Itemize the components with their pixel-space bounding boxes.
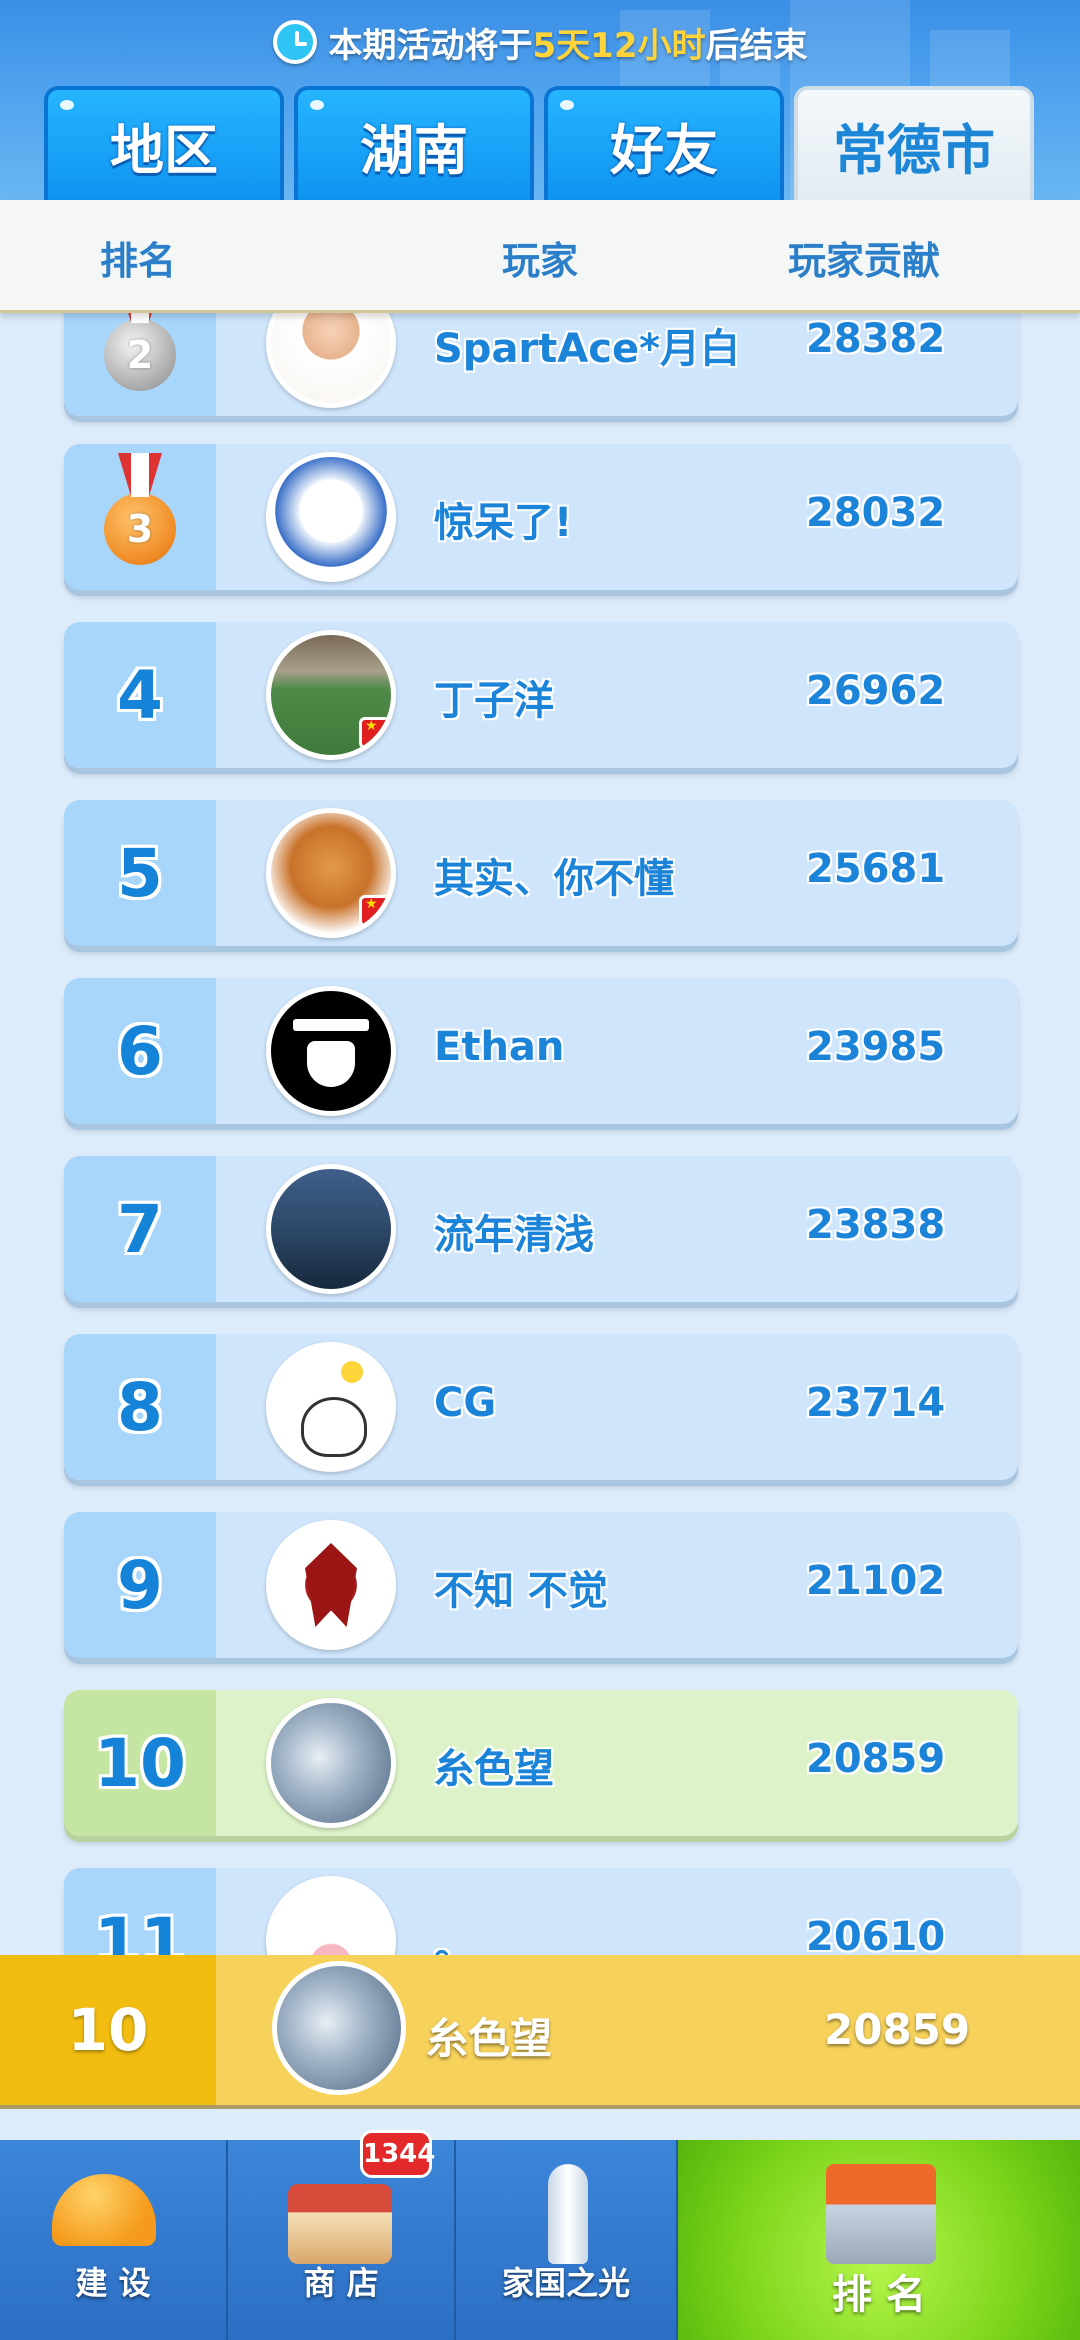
avatar[interactable]	[266, 310, 396, 408]
player-name: 丁子洋	[434, 678, 554, 724]
player-name: SpartAce*月白	[434, 326, 740, 372]
rank-number: 9	[64, 1512, 216, 1658]
clock-icon	[272, 20, 317, 64]
podium-icon	[826, 2164, 936, 2264]
avatar[interactable]	[266, 452, 396, 582]
leaderboard-row[interactable]: 9 不知 不觉 21102	[64, 1512, 1018, 1658]
leaderboard-row[interactable]: 5 其实、你不懂 25681	[64, 800, 1018, 946]
player-score: 26962	[806, 668, 946, 714]
leaderboard-row[interactable]: 6 Ethan 23985	[64, 978, 1018, 1124]
player-name: CG	[434, 1380, 497, 1426]
leaderboard-row[interactable]: 2 SpartAce*月白 28382	[64, 310, 1018, 416]
player-name: 惊呆了!	[434, 500, 573, 546]
nav-ranking-label: 排 名	[832, 2272, 926, 2318]
tab-friends[interactable]: 好友	[544, 86, 784, 200]
avatar[interactable]	[266, 808, 396, 938]
tab-label: 常德市	[833, 118, 995, 182]
tab-label: 湖南	[360, 118, 468, 182]
nav-shop-label: 商 店	[303, 2264, 379, 2302]
rank-number: 4	[64, 622, 216, 768]
avatar[interactable]	[266, 986, 396, 1116]
leaderboard-row[interactable]: 8 CG 23714	[64, 1334, 1018, 1480]
rank-number: 7	[64, 1156, 216, 1302]
rank-number: 10	[64, 1690, 216, 1836]
column-rank: 排名	[100, 239, 177, 283]
player-score: 28382	[806, 316, 946, 362]
rank-number: 2	[126, 333, 154, 377]
tab-region[interactable]: 地区	[44, 86, 284, 200]
rank-cell: 2	[64, 310, 216, 416]
countdown-prefix: 本期活动将于	[328, 25, 533, 66]
player-score: 28032	[806, 490, 946, 536]
player-score: 20859	[806, 1736, 946, 1782]
shop-notification-badge: 1344	[360, 2130, 435, 2178]
region-tabs: 地区 湖南 好友 常德市	[44, 86, 1044, 200]
column-player: 玩家	[502, 239, 579, 283]
shop-icon	[288, 2184, 392, 2264]
my-name: 糸色望	[426, 2014, 553, 2063]
rank-cell: 3	[64, 444, 216, 590]
my-score: 20859	[824, 2005, 971, 2054]
avatar[interactable]	[266, 1164, 396, 1294]
tab-hunan[interactable]: 湖南	[294, 86, 534, 200]
rank-number: 11	[64, 1868, 216, 1955]
header: 本期活动将于5天12小时后结束 地区 湖南 好友 常德市	[0, 0, 1080, 200]
player-score: 21102	[806, 1558, 946, 1604]
countdown-suffix: 后结束	[705, 25, 808, 66]
avatar[interactable]	[266, 1520, 396, 1650]
player-name: 。	[434, 1924, 474, 1955]
player-score: 20610	[806, 1914, 946, 1955]
silver-medal-icon: 2	[104, 319, 176, 391]
rank-number: 3	[126, 507, 154, 551]
event-countdown-banner: 本期活动将于5天12小时后结束	[0, 14, 1080, 70]
my-rank-bar[interactable]: 10 糸色望 20859	[0, 1955, 1080, 2105]
player-name: 流年清浅	[434, 1212, 594, 1258]
china-flag-icon	[359, 895, 391, 927]
avatar[interactable]	[266, 1698, 396, 1828]
my-rank-number: 10	[0, 1955, 216, 2105]
nav-homeland-label: 家国之光	[501, 2264, 630, 2302]
bottom-navigation: 建 设 商 店 1344 家国之光 排 名	[0, 2130, 1080, 2340]
leaderboard-row[interactable]: 7 流年清浅 23838	[64, 1156, 1018, 1302]
tab-changde[interactable]: 常德市	[794, 86, 1034, 200]
rank-number: 5	[64, 800, 216, 946]
tab-label: 地区	[110, 118, 218, 182]
player-name: 不知 不觉	[434, 1568, 608, 1614]
nav-ranking[interactable]: 排 名	[678, 2140, 1080, 2340]
countdown-time: 5天12小时	[532, 25, 706, 66]
tab-label: 好友	[610, 118, 718, 182]
avatar[interactable]	[266, 1342, 396, 1472]
player-name: Ethan	[434, 1024, 565, 1070]
china-flag-icon	[359, 717, 391, 749]
leaderboard-row[interactable]: 11 。 20610	[64, 1868, 1018, 1955]
player-score: 23838	[806, 1202, 946, 1248]
player-name: 其实、你不懂	[434, 856, 674, 902]
my-avatar[interactable]	[272, 1961, 406, 2095]
rank-number: 8	[64, 1334, 216, 1480]
bronze-medal-icon: 3	[104, 493, 176, 565]
leaderboard-row[interactable]: 3 惊呆了! 28032	[64, 444, 1018, 590]
player-name: 糸色望	[434, 1746, 554, 1792]
column-contribution: 玩家贡献	[788, 239, 941, 283]
rank-number: 6	[64, 978, 216, 1124]
leaderboard-column-header: 排名 玩家 玩家贡献	[0, 200, 1080, 313]
hard-hat-icon	[52, 2174, 156, 2246]
player-score: 25681	[806, 846, 946, 892]
avatar[interactable]	[266, 1876, 396, 1955]
nav-build[interactable]: 建 设	[0, 2140, 228, 2340]
nav-homeland[interactable]: 家国之光	[456, 2140, 678, 2340]
player-score: 23985	[806, 1024, 946, 1070]
rocket-icon	[548, 2164, 588, 2264]
avatar[interactable]	[266, 630, 396, 760]
player-score: 23714	[806, 1380, 946, 1426]
leaderboard-list[interactable]: 2 SpartAce*月白 28382 3 惊呆了! 28032 4 丁子洋 2…	[0, 310, 1080, 1955]
leaderboard-row-self[interactable]: 10 糸色望 20859	[64, 1690, 1018, 1836]
leaderboard-row[interactable]: 4 丁子洋 26962	[64, 622, 1018, 768]
nav-build-label: 建 设	[75, 2264, 151, 2302]
countdown-text: 本期活动将于5天12小时后结束	[329, 18, 808, 67]
